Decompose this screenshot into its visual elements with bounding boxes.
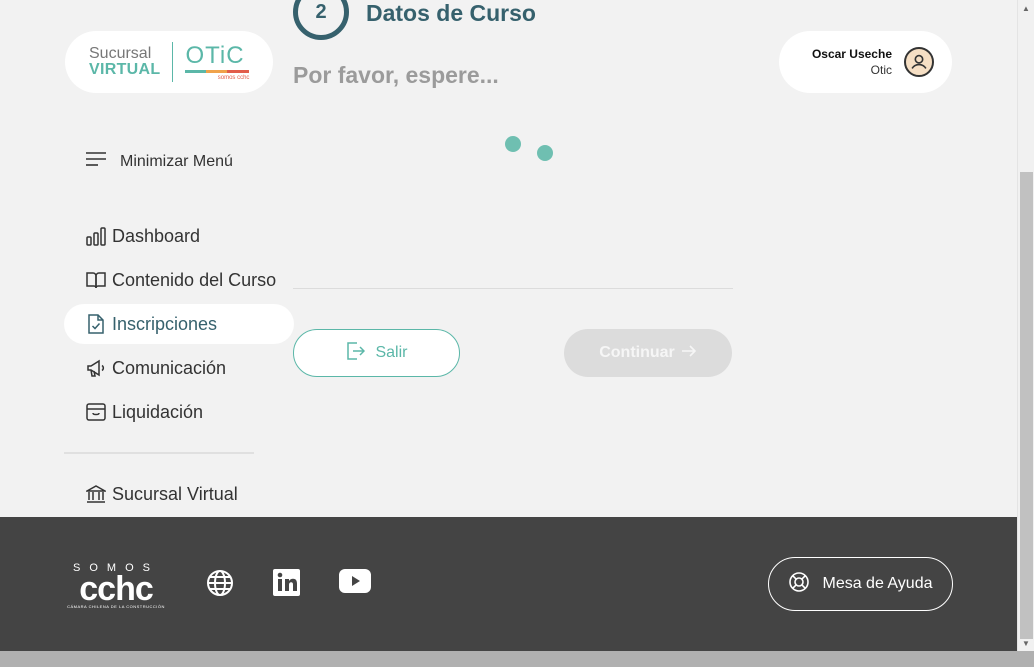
sidebar-divider bbox=[64, 452, 254, 454]
otic-name: OTiC bbox=[185, 41, 245, 69]
loading-spinner bbox=[505, 136, 553, 161]
continue-button[interactable]: Continuar bbox=[564, 329, 732, 377]
exit-label: Salir bbox=[375, 344, 408, 361]
megaphone-icon bbox=[85, 357, 107, 379]
sidebar-item-label: Contenido del Curso bbox=[112, 269, 277, 290]
loader-dot bbox=[505, 136, 521, 152]
scrollbar-thumb[interactable] bbox=[1020, 172, 1033, 639]
linkedin-icon[interactable] bbox=[273, 569, 300, 596]
exit-button[interactable]: Salir bbox=[293, 329, 460, 377]
loading-message: Por favor, espere... bbox=[293, 62, 499, 88]
minimize-menu-label: Minimizar Menú bbox=[120, 152, 233, 170]
minimize-menu-button[interactable]: Minimizar Menú bbox=[86, 152, 233, 171]
help-desk-label: Mesa de Ayuda bbox=[822, 575, 933, 592]
wallet-icon bbox=[85, 401, 107, 423]
user-circle-icon[interactable] bbox=[904, 47, 934, 77]
cchc-logo-main: cchc bbox=[79, 570, 154, 608]
logo-line1: Sucursal bbox=[89, 45, 152, 62]
sidebar-item-label: Dashboard bbox=[112, 225, 201, 246]
sidebar-nav: Dashboard Contenido del Curso Inscripcio… bbox=[64, 216, 294, 436]
loader-dot bbox=[537, 145, 553, 161]
lifebuoy-icon bbox=[788, 571, 810, 598]
sidebar-item-dashboard[interactable]: Dashboard bbox=[64, 216, 294, 256]
sidebar-item-inscripciones[interactable]: Inscripciones bbox=[64, 304, 294, 344]
user-profile-card[interactable]: Oscar Useche Otic bbox=[779, 31, 952, 93]
user-organization: Otic bbox=[870, 63, 892, 77]
sucursal-virtual-logo: Sucursal VIRTUAL bbox=[89, 46, 160, 78]
globe-icon[interactable] bbox=[206, 569, 234, 597]
bottom-strip bbox=[0, 651, 1034, 667]
scroll-down-icon[interactable]: ▼ bbox=[1022, 639, 1030, 648]
sidebar-item-label: Inscripciones bbox=[112, 313, 218, 334]
cchc-logo[interactable]: SOMOS cchc CÁMARA CHILENA DE LA CONSTRUC… bbox=[64, 562, 168, 609]
otic-logo: OTiC somos cchc bbox=[185, 41, 250, 81]
otic-color-bar bbox=[185, 69, 250, 73]
logo-line2: VIRTUAL bbox=[89, 61, 161, 78]
sidebar-item-comunicacion[interactable]: Comunicación bbox=[64, 348, 294, 388]
help-desk-button[interactable]: Mesa de Ayuda bbox=[768, 557, 953, 611]
step-number-badge: 2 bbox=[293, 0, 349, 40]
youtube-icon[interactable] bbox=[339, 569, 371, 593]
scroll-up-icon[interactable]: ▲ bbox=[1022, 4, 1030, 13]
arrow-right-icon bbox=[681, 344, 697, 363]
cchc-logo-sub: CÁMARA CHILENA DE LA CONSTRUCCIÓN bbox=[67, 604, 165, 609]
sidebar-item-label: Liquidación bbox=[112, 401, 204, 422]
page-title: Datos de Curso bbox=[366, 0, 536, 26]
vertical-scrollbar[interactable]: ▲ ▼ bbox=[1017, 0, 1034, 651]
bar-chart-icon bbox=[85, 225, 107, 247]
user-name: Oscar Useche bbox=[811, 47, 892, 61]
book-icon bbox=[85, 269, 107, 291]
logout-icon bbox=[345, 341, 366, 366]
sidebar-item-course-content[interactable]: Contenido del Curso bbox=[64, 260, 294, 300]
footer: SOMOS cchc CÁMARA CHILENA DE LA CONSTRUC… bbox=[0, 517, 1017, 651]
logo-divider bbox=[172, 42, 174, 82]
hamburger-icon bbox=[86, 152, 106, 171]
sidebar-item-sucursal-virtual[interactable]: Sucursal Virtual bbox=[64, 474, 294, 514]
form-divider bbox=[293, 288, 733, 289]
sidebar-item-label: Sucursal Virtual bbox=[112, 483, 238, 504]
bank-icon bbox=[85, 483, 107, 505]
continue-label: Continuar bbox=[599, 344, 675, 361]
brand-logo[interactable]: Sucursal VIRTUAL OTiC somos cchc bbox=[65, 31, 273, 93]
otic-tagline: somos cchc bbox=[217, 74, 250, 81]
sidebar-item-label: Comunicación bbox=[112, 357, 227, 378]
file-check-icon bbox=[85, 313, 107, 335]
sidebar-item-liquidacion[interactable]: Liquidación bbox=[64, 392, 294, 432]
